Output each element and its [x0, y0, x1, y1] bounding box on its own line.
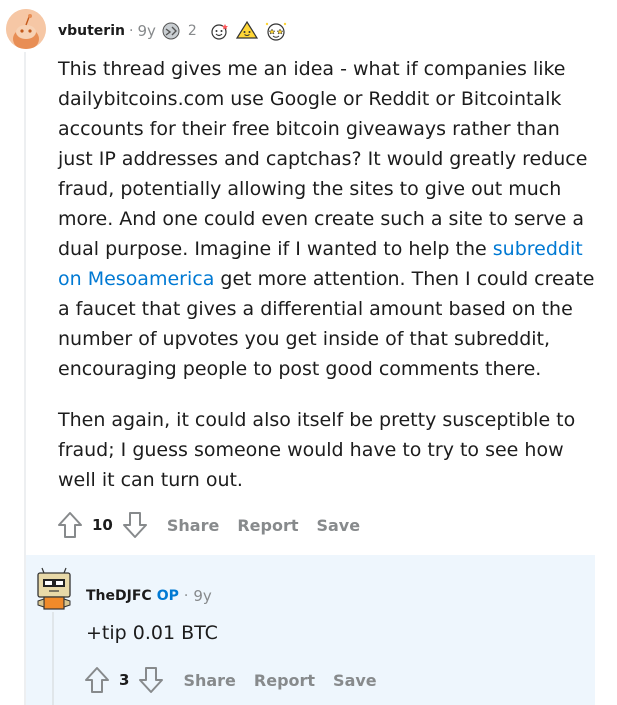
reply-author[interactable]: TheDJFC — [86, 588, 152, 604]
silver-award-icon[interactable] — [160, 20, 182, 42]
report-button[interactable]: Report — [237, 516, 298, 535]
comment-paragraph: Then again, it could also itself be pret… — [58, 409, 576, 491]
vote-score: 10 — [92, 516, 113, 534]
meta-separator: · — [183, 588, 189, 604]
upvote-icon[interactable] — [56, 510, 84, 540]
share-button[interactable]: Share — [183, 671, 235, 690]
starstruck-award-icon[interactable] — [263, 20, 289, 42]
comment-body: This thread gives me an idea - what if c… — [58, 54, 598, 516]
meta-separator: · — [128, 23, 134, 39]
report-button[interactable]: Report — [254, 671, 315, 690]
reply-thread-line[interactable] — [52, 612, 54, 705]
op-badge: OP — [156, 588, 179, 604]
downvote-icon[interactable] — [121, 510, 149, 540]
comment-actions: 10 Share Report Save — [56, 510, 360, 540]
comment-age[interactable]: 9y — [137, 22, 155, 40]
snoo-avatar-icon — [6, 9, 46, 49]
share-button[interactable]: Share — [167, 516, 219, 535]
robot-avatar-icon — [37, 567, 71, 610]
reply-meta: TheDJFC OP · 9y — [86, 584, 212, 608]
vote-score: 3 — [119, 671, 130, 689]
reply-actions: 3 Share Report Save — [83, 665, 377, 695]
reply-age[interactable]: 9y — [193, 587, 211, 605]
downvote-icon[interactable] — [137, 665, 165, 695]
avatar[interactable] — [6, 9, 46, 49]
save-button[interactable]: Save — [316, 516, 360, 535]
comment-paragraph: This thread gives me an idea - what if c… — [58, 54, 598, 384]
award-count: 2 — [187, 23, 197, 39]
save-button[interactable]: Save — [333, 671, 377, 690]
wholesome-award-icon[interactable] — [207, 20, 231, 42]
reply-body: +tip 0.01 BTC — [86, 622, 218, 644]
upvote-icon[interactable] — [83, 665, 111, 695]
helpful-award-icon[interactable] — [235, 20, 259, 42]
comment-text: This thread gives me an idea - what if c… — [58, 58, 588, 260]
comment-meta: vbuterin · 9y 2 — [58, 19, 289, 43]
comment-author[interactable]: vbuterin — [58, 23, 125, 39]
reply-avatar[interactable] — [34, 567, 74, 613]
